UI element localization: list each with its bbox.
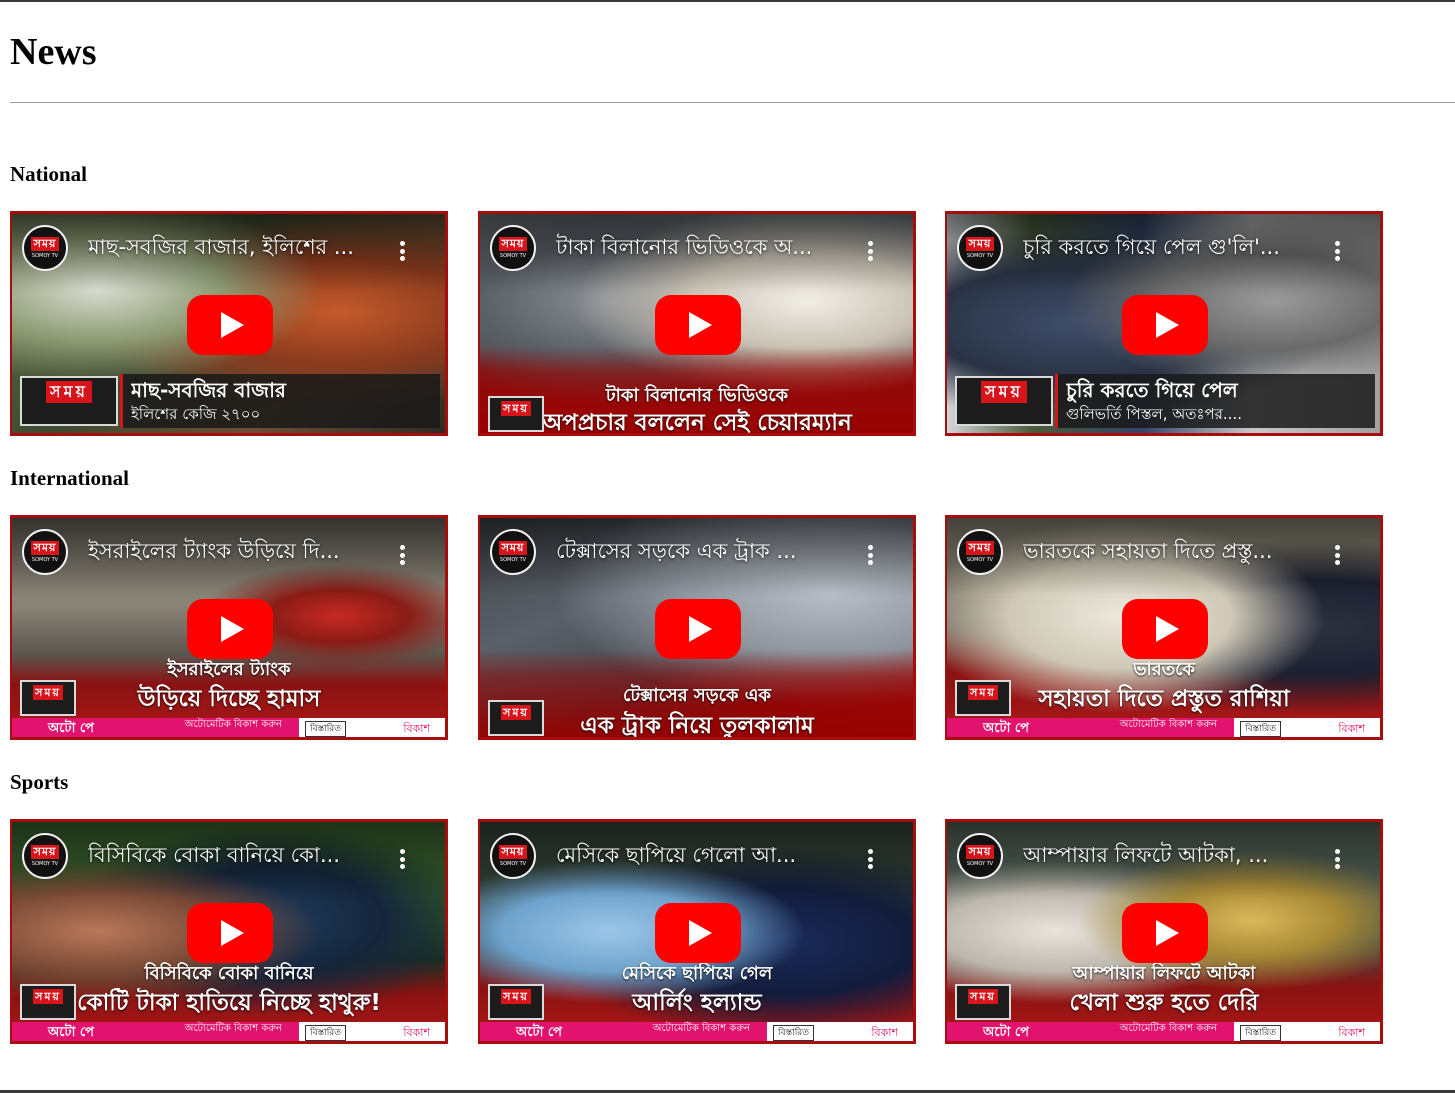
play-icon [1156, 616, 1179, 642]
ad-banner[interactable]: অটো পে অটোমেটিক বিকাশ করুন বিস্তারিত বিক… [478, 1022, 916, 1044]
thumbnail-caption-line1: ইসরাইলের ট্যাংক [167, 659, 291, 680]
section-heading-sports: Sports [10, 770, 69, 794]
somoy-brand-mark: সময় [20, 984, 76, 1020]
video-title[interactable]: টাকা বিলানোর ভিডিওকে অ... [556, 233, 856, 261]
play-button[interactable] [187, 903, 273, 963]
thumbnail-caption: চুরি করতে গিয়ে পেল গুলিভর্তি পিস্তল, অত… [1055, 374, 1375, 428]
ad-banner[interactable]: অটো পে অটোমেটিক বিকাশ করুন বিস্তারিত বিক… [10, 718, 448, 740]
channel-logo-icon[interactable]: সময় SOMOY TV [490, 225, 536, 271]
play-button[interactable] [655, 295, 741, 355]
play-button[interactable] [655, 903, 741, 963]
video-embed[interactable]: বিসিবিকে বোকা বানিয়ে কোটি টাকা হাতিয়ে … [10, 819, 448, 1044]
more-vert-icon[interactable] [863, 543, 877, 567]
channel-logo-icon[interactable]: সময় SOMOY TV [957, 529, 1003, 575]
thumbnail-caption: মাছ-সবজির বাজার ইলিশের কেজি ২৭০০ [120, 374, 440, 428]
somoy-brand-mark: সময় [20, 680, 76, 716]
video-title[interactable]: ভারতকে সহায়তা দিতে প্রস্তু... [1023, 537, 1323, 565]
ad-banner[interactable]: অটো পে অটোমেটিক বিকাশ করুন বিস্তারিত বিক… [945, 718, 1383, 740]
channel-logo-icon[interactable]: সময় SOMOY TV [957, 225, 1003, 271]
section-heading-national: National [10, 162, 88, 186]
video-embed[interactable]: ভারতকে সহায়তা দিতে প্রস্তুত রাশিয়া সময… [945, 515, 1383, 740]
thumbnail-caption-line1: বিসিবিকে বোকা বানিয়ে [144, 963, 314, 984]
video-title[interactable]: বিসিবিকে বোকা বানিয়ে কো... [88, 841, 388, 869]
more-vert-icon[interactable] [395, 239, 409, 263]
somoy-brand-mark: সময় [488, 984, 544, 1020]
somoy-brand-mark: সময় [488, 396, 544, 432]
ad-details-button[interactable]: বিস্তারিত [305, 1025, 347, 1041]
more-vert-icon[interactable] [1330, 847, 1344, 871]
somoy-brand-mark: সময় [955, 680, 1011, 716]
more-vert-icon[interactable] [863, 847, 877, 871]
channel-logo-icon[interactable]: সময় SOMOY TV [957, 833, 1003, 879]
play-icon [1156, 312, 1179, 338]
more-vert-icon[interactable] [863, 239, 877, 263]
channel-logo-icon[interactable]: সময় SOMOY TV [22, 529, 68, 575]
play-button[interactable] [1122, 599, 1208, 659]
video-embed[interactable]: সময় মাছ-সবজির বাজার ইলিশের কেজি ২৭০০ সম… [10, 211, 448, 436]
play-icon [221, 920, 244, 946]
more-vert-icon[interactable] [395, 847, 409, 871]
channel-logo-icon[interactable]: সময় SOMOY TV [490, 529, 536, 575]
ad-details-button[interactable]: বিস্তারিত [1240, 1025, 1282, 1041]
somoy-brand-mark: সময় [955, 376, 1053, 426]
video-embed[interactable]: টাকা বিলানোর ভিডিওকে অপপ্রচার বললেন সেই … [478, 211, 916, 436]
video-embed[interactable]: সময় চুরি করতে গিয়ে পেল গুলিভর্তি পিস্ত… [945, 211, 1383, 436]
video-title[interactable]: ইসরাইলের ট্যাংক উড়িয়ে দি... [88, 537, 388, 565]
video-title[interactable]: চুরি করতে গিয়ে পেল গু'লি'... [1023, 233, 1323, 261]
play-icon [689, 312, 712, 338]
section-heading-international: International [10, 466, 130, 490]
somoy-brand-mark: সময় [488, 700, 544, 736]
play-icon [689, 920, 712, 946]
channel-logo-icon[interactable]: সময় SOMOY TV [490, 833, 536, 879]
play-button[interactable] [1122, 903, 1208, 963]
more-vert-icon[interactable] [1330, 543, 1344, 567]
play-icon [221, 616, 244, 642]
video-title[interactable]: মাছ-সবজির বাজার, ইলিশের ... [88, 233, 388, 261]
video-embed[interactable]: মেসিকে ছাপিয়ে গেল আর্লিং হল্যান্ড সময় … [478, 819, 916, 1044]
ad-banner[interactable]: অটো পে অটোমেটিক বিকাশ করুন বিস্তারিত বিক… [10, 1022, 448, 1044]
somoy-brand-mark: সময় [955, 984, 1011, 1020]
channel-logo-icon[interactable]: সময় SOMOY TV [22, 833, 68, 879]
thumbnail-caption-line1: আম্পায়ার লিফটে আটকা [1072, 963, 1256, 984]
thumbnail-caption-line1: ভারতকে [1133, 659, 1195, 680]
top-border [0, 0, 1455, 2]
video-row-international: ইসরাইলের ট্যাংক উড়িয়ে দিচ্ছে হামাস সময… [10, 515, 1390, 740]
more-vert-icon[interactable] [1330, 239, 1344, 263]
ad-details-button[interactable]: বিস্তারিত [305, 721, 347, 737]
video-embed[interactable]: ইসরাইলের ট্যাংক উড়িয়ে দিচ্ছে হামাস সময… [10, 515, 448, 740]
more-vert-icon[interactable] [395, 543, 409, 567]
video-title[interactable]: টেক্সাসের সড়কে এক ট্রাক ... [556, 537, 856, 565]
ad-details-button[interactable]: বিস্তারিত [773, 1025, 815, 1041]
video-embed[interactable]: টেক্সাসের সড়কে এক এক ট্রাক নিয়ে তুলকাল… [478, 515, 916, 740]
play-button[interactable] [187, 295, 273, 355]
play-icon [1156, 920, 1179, 946]
page-title: News [10, 31, 97, 73]
somoy-brand-mark: সময় [20, 376, 118, 426]
play-icon [689, 616, 712, 642]
video-title[interactable]: আম্পায়ার লিফটে আটকা, ... [1023, 841, 1323, 869]
play-button[interactable] [655, 599, 741, 659]
video-row-sports: বিসিবিকে বোকা বানিয়ে কোটি টাকা হাতিয়ে … [10, 819, 1390, 1044]
title-divider [10, 102, 1455, 103]
ad-banner[interactable]: অটো পে অটোমেটিক বিকাশ করুন বিস্তারিত বিক… [945, 1022, 1383, 1044]
video-embed[interactable]: আম্পায়ার লিফটে আটকা খেলা শুরু হতে দেরি … [945, 819, 1383, 1044]
video-row-national: সময় মাছ-সবজির বাজার ইলিশের কেজি ২৭০০ সম… [10, 211, 1390, 436]
video-title[interactable]: মেসিকে ছাপিয়ে গেলো আ... [556, 841, 856, 869]
play-button[interactable] [187, 599, 273, 659]
play-icon [221, 312, 244, 338]
play-button[interactable] [1122, 295, 1208, 355]
thumbnail-caption-line1: মেসিকে ছাপিয়ে গেল [621, 963, 773, 984]
ad-details-button[interactable]: বিস্তারিত [1240, 721, 1282, 737]
channel-logo-icon[interactable]: সময় SOMOY TV [22, 225, 68, 271]
